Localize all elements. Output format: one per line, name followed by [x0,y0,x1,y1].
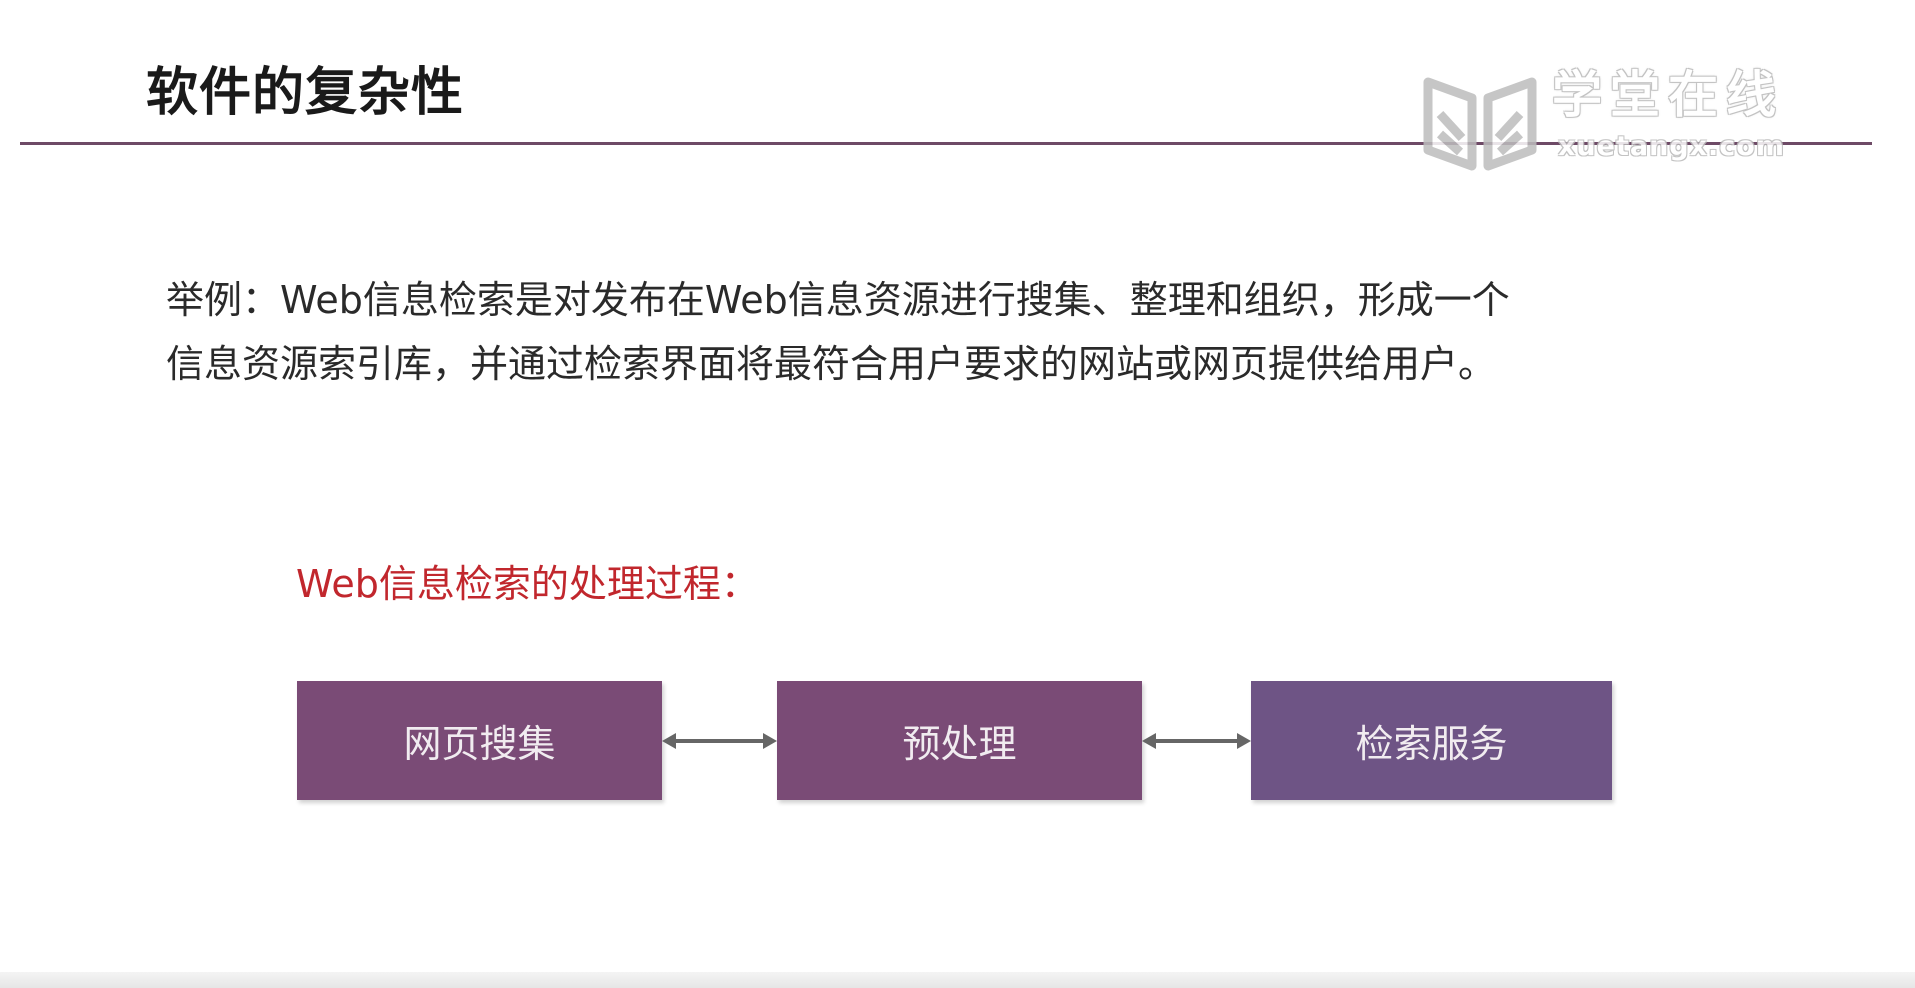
step-label: 网页搜集 [403,722,556,766]
double-arrow-icon [1142,733,1251,749]
step-box-preprocess: 预处理 [777,681,1142,800]
step-box-web-crawl: 网页搜集 [297,681,662,800]
process-flow-diagram: 网页搜集 预处理 检索服务 [0,0,1915,988]
double-arrow-icon [662,733,777,749]
bottom-edge [0,972,1915,988]
step-label: 检索服务 [1355,722,1508,766]
step-box-retrieval-service: 检索服务 [1251,681,1612,800]
slide: 软件的复杂性 学堂在线 xuetangx.com 举例：Web信息检索是对发布在… [0,0,1915,988]
step-label: 预处理 [902,722,1017,766]
